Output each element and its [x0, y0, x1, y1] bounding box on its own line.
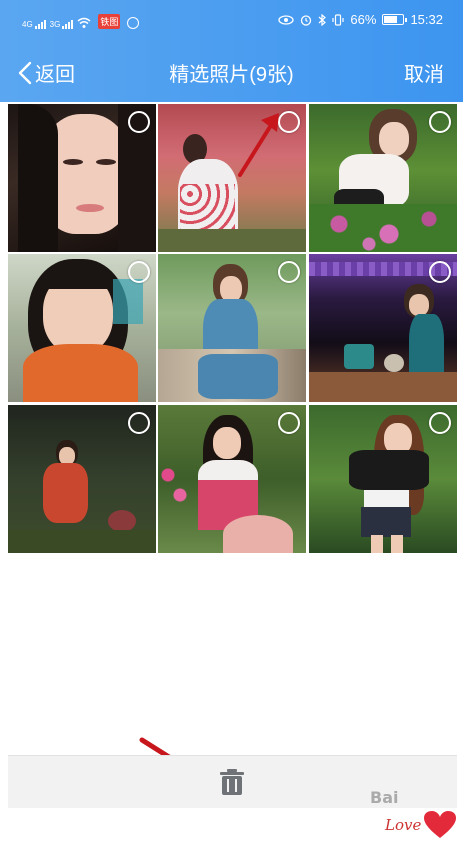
battery-percent: 66%: [350, 12, 377, 27]
app-badge: 铁图: [98, 14, 121, 29]
wifi-icon: [77, 17, 91, 28]
bluetooth-icon: [319, 13, 327, 26]
select-circle[interactable]: [429, 111, 451, 133]
signal-icon: 4G: [22, 20, 46, 29]
photo-tile[interactable]: [8, 254, 156, 402]
select-circle[interactable]: [429, 412, 451, 434]
photo-tile[interactable]: [309, 254, 457, 402]
top-header: 4G 3G 铁图 66% 15:32 返回 精选照片(9张) 取消: [0, 0, 463, 102]
select-circle[interactable]: [128, 412, 150, 434]
select-circle[interactable]: [278, 261, 300, 283]
photo-tile[interactable]: [8, 104, 156, 252]
eye-icon: [278, 14, 295, 25]
vibrate-icon: [332, 13, 345, 26]
back-button[interactable]: 返回: [18, 58, 75, 87]
clock: 15:32: [410, 12, 443, 27]
notification-icon: [127, 17, 140, 29]
photo-grid: [8, 104, 457, 554]
status-left: 4G 3G 铁图: [22, 14, 140, 29]
signal-2-label: 3G: [49, 20, 61, 29]
photo-tile[interactable]: [309, 405, 457, 553]
cancel-button[interactable]: 取消: [404, 58, 444, 87]
heart-icon: [424, 811, 456, 838]
nav-bar: 返回 精选照片(9张) 取消: [0, 44, 463, 100]
alarm-icon: [301, 14, 312, 26]
watermark-sub: Love: [385, 816, 422, 834]
photo-tile[interactable]: [158, 405, 306, 553]
annotation-arrow-icon: [238, 113, 279, 177]
signal-icon: 3G: [50, 20, 74, 29]
select-circle[interactable]: [429, 261, 451, 283]
watermark-text: Bai: [370, 788, 399, 807]
select-circle[interactable]: [278, 412, 300, 434]
select-circle[interactable]: [128, 111, 150, 133]
status-bar: 4G 3G 铁图 66% 15:32: [0, 0, 463, 44]
photo-tile[interactable]: [158, 254, 306, 402]
select-circle[interactable]: [128, 261, 150, 283]
photo-tile[interactable]: [309, 104, 457, 252]
chevron-left-icon: [18, 61, 32, 84]
battery-icon: [382, 14, 408, 25]
status-right: 66% 15:32: [278, 12, 443, 27]
photo-tile[interactable]: [8, 405, 156, 553]
back-label: 返回: [35, 64, 75, 86]
signal-1-label: 4G: [22, 20, 33, 29]
trash-icon[interactable]: [219, 768, 245, 796]
